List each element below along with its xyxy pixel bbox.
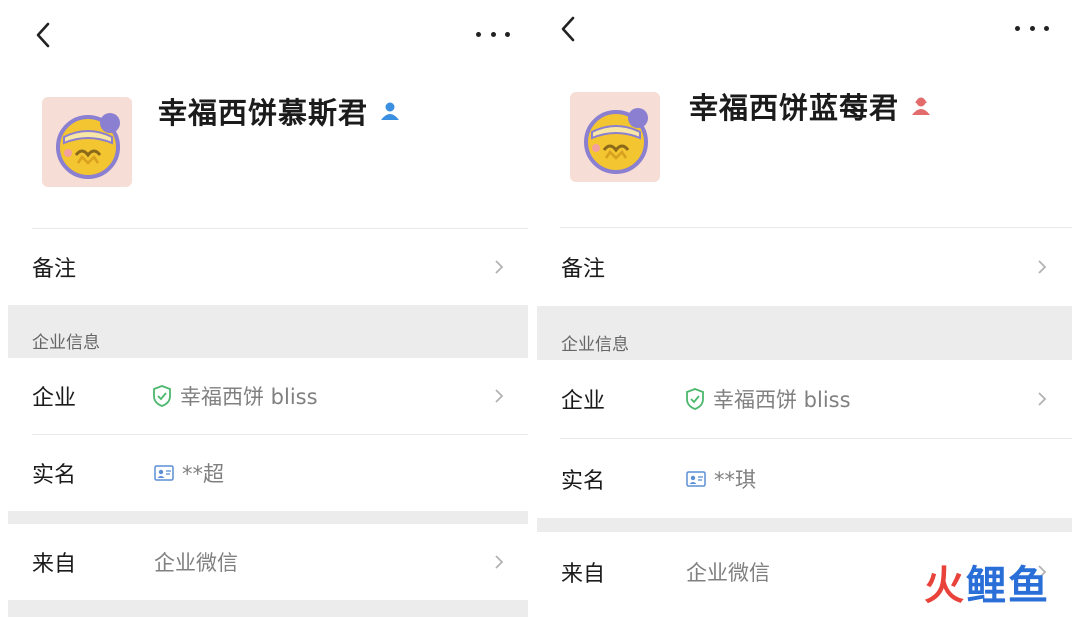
watermark-part2: 鲤鱼	[966, 563, 1050, 609]
remark-label: 备注	[561, 257, 606, 282]
mascot-avatar-icon	[584, 108, 648, 174]
chevron-right-icon	[495, 389, 504, 403]
realname-value: **琪	[714, 467, 756, 492]
remark-row[interactable]: 备注	[537, 228, 1072, 306]
realname-label: 实名	[561, 468, 606, 494]
from-value: 企业微信	[154, 551, 238, 575]
section-gap	[8, 511, 528, 524]
verified-shield-icon	[686, 388, 704, 410]
profile-panel-right: 幸福西饼蓝莓君 备注 企业信息 企业 幸福西饼 bliss 实名 **琪 来自 …	[537, 0, 1072, 617]
section-header: 企业信息	[8, 305, 528, 358]
back-arrow-icon[interactable]	[28, 18, 58, 52]
mascot-avatar-icon	[56, 113, 120, 179]
id-card-icon	[154, 465, 174, 481]
from-label: 来自	[32, 552, 77, 577]
company-label: 企业	[32, 386, 77, 411]
avatar[interactable]	[570, 92, 660, 182]
realname-value: **超	[182, 462, 224, 486]
from-label: 来自	[561, 562, 606, 587]
back-arrow-icon[interactable]	[553, 12, 583, 46]
section-title: 企业信息	[561, 335, 629, 355]
female-user-icon	[912, 97, 931, 115]
chevron-right-icon	[1038, 392, 1047, 406]
realname-row: 实名 **琪	[537, 439, 1072, 518]
profile-panel-left: 幸福西饼慕斯君 备注 企业信息 企业 幸福西饼 bliss 实名 **超 来自 …	[8, 0, 528, 617]
section-header: 企业信息	[537, 306, 1072, 360]
chevron-right-icon	[1038, 260, 1047, 274]
remark-label: 备注	[32, 257, 77, 282]
bottom-band	[8, 600, 528, 617]
avatar[interactable]	[42, 97, 132, 187]
company-value: 幸福西饼 bliss	[713, 388, 851, 412]
chevron-right-icon	[495, 260, 504, 274]
watermark-logo: 火鲤鱼	[924, 553, 1050, 611]
company-row[interactable]: 企业 幸福西饼 bliss	[537, 360, 1072, 438]
male-user-icon	[381, 102, 400, 120]
verified-shield-icon	[153, 385, 171, 407]
remark-row[interactable]: 备注	[8, 229, 528, 305]
from-value: 企业微信	[686, 561, 770, 585]
realname-row: 实名 **超	[8, 435, 528, 511]
from-row[interactable]: 来自 企业微信	[8, 524, 528, 600]
company-row[interactable]: 企业 幸福西饼 bliss	[8, 358, 528, 434]
realname-label: 实名	[32, 463, 77, 488]
more-options-icon[interactable]	[476, 22, 510, 46]
section-title: 企业信息	[32, 333, 100, 353]
company-value: 幸福西饼 bliss	[180, 385, 318, 409]
id-card-icon	[686, 470, 706, 487]
section-gap	[537, 518, 1072, 532]
company-label: 企业	[561, 389, 606, 414]
contact-name: 幸福西饼蓝莓君	[689, 91, 900, 125]
watermark-part1: 火	[924, 563, 966, 609]
more-options-icon[interactable]	[1015, 16, 1049, 40]
contact-name: 幸福西饼慕斯君	[158, 96, 369, 130]
chevron-right-icon	[495, 555, 504, 569]
